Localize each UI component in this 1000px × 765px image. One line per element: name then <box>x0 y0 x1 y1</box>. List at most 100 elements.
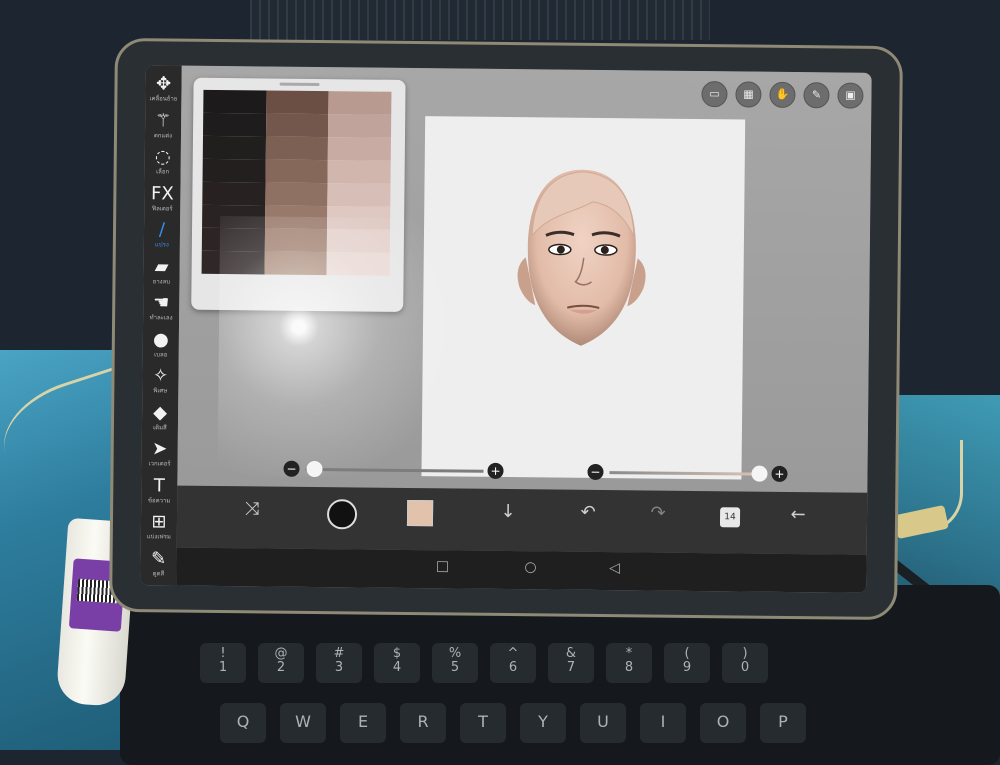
color-swatch[interactable] <box>327 229 391 253</box>
redo-icon[interactable]: ↷ <box>643 502 673 524</box>
tool-label: พิเศษ <box>153 387 168 395</box>
key[interactable]: U <box>580 703 626 743</box>
size-knob[interactable] <box>306 460 323 478</box>
color-swatch[interactable] <box>265 159 329 184</box>
tool-eyedropper[interactable]: ✎ ดูดสี <box>140 548 176 592</box>
key[interactable]: T <box>460 703 506 743</box>
key-shift-label: @ <box>274 646 288 661</box>
opacity-plus-button[interactable]: + <box>771 465 788 482</box>
color-swatch[interactable] <box>327 206 391 230</box>
color-swatch[interactable] <box>326 252 390 276</box>
key[interactable]: ^ 6 <box>490 643 536 683</box>
brush-icon: / <box>158 219 166 241</box>
key[interactable]: O <box>700 703 746 743</box>
pen-icon[interactable]: ✎ <box>803 82 830 109</box>
palette-drag-handle[interactable] <box>279 82 320 87</box>
layers-button[interactable]: 14 <box>715 503 745 528</box>
color-swatch[interactable] <box>327 183 391 207</box>
key[interactable]: % 5 <box>432 643 478 683</box>
layers-count: 14 <box>719 507 741 528</box>
color-swatch[interactable] <box>202 181 266 206</box>
recent-apps-icon[interactable]: □ <box>432 558 452 574</box>
key-shift-label: ^ <box>507 646 519 661</box>
color-swatch[interactable] <box>264 182 328 207</box>
color-swatch[interactable] <box>202 204 265 229</box>
color-swatch[interactable] <box>327 160 391 184</box>
color-swatch[interactable] <box>265 90 329 115</box>
home-icon[interactable]: ○ <box>520 559 540 575</box>
undo-icon[interactable]: ↶ <box>573 502 603 523</box>
nav-back-icon[interactable]: ◁ <box>604 560 624 576</box>
key[interactable]: (9 <box>664 643 710 683</box>
key-shift-label: # <box>333 646 345 661</box>
key[interactable]: I <box>640 703 686 743</box>
key[interactable]: Q <box>220 703 266 743</box>
key-shift-label: $ <box>392 646 402 661</box>
key[interactable]: @2 <box>258 643 304 683</box>
tool-label: ยางลบ <box>152 277 171 285</box>
key[interactable]: P <box>760 703 806 743</box>
key-label: 7 <box>566 660 576 675</box>
key[interactable]: R <box>400 703 446 743</box>
opacity-track[interactable] <box>609 471 760 476</box>
key-label: 0 <box>740 660 750 675</box>
key[interactable]: W <box>280 703 326 743</box>
color-swatch[interactable] <box>201 250 265 275</box>
color-swatch[interactable] <box>264 228 328 253</box>
key[interactable]: & 7 <box>548 643 594 683</box>
brush-size-slider[interactable]: − + <box>257 460 504 480</box>
key-shift-label: ! <box>220 646 226 661</box>
key[interactable]: ) 0 <box>722 643 768 683</box>
top-right-tools: ▭ ▦ ✋ ✎ ▣ <box>701 81 864 109</box>
size-plus-button[interactable]: + <box>487 462 504 479</box>
size-minus-button[interactable]: − <box>283 460 300 477</box>
tool-label: ข้อความ <box>147 496 171 504</box>
color-swatch[interactable] <box>202 158 266 183</box>
size-track[interactable] <box>305 467 484 473</box>
color-swatch[interactable] <box>264 251 328 276</box>
key[interactable]: ! 1 <box>200 643 246 683</box>
color-swatch[interactable] <box>328 114 392 138</box>
key[interactable]: Y <box>520 703 566 743</box>
color-swatch[interactable] <box>328 91 392 115</box>
transform-button[interactable]: ⤨ <box>237 498 267 519</box>
back-arrow-icon[interactable]: ← <box>783 504 813 525</box>
tablet-screen: ✥ เคลื่อนย้าย ⚚ ตกแต่ง ◌ เลือก FX ฟิลเตอร์ / แปรง… <box>140 65 872 593</box>
drawing-canvas[interactable] <box>421 116 746 480</box>
key[interactable]: $4 <box>374 643 420 683</box>
color-swatch[interactable] <box>264 205 328 230</box>
tool-label: เติมสี <box>153 423 167 431</box>
color-swatch-grid <box>201 89 392 276</box>
opacity-knob[interactable] <box>751 465 768 482</box>
brush-preview-icon <box>326 499 358 530</box>
image-icon[interactable]: ▣ <box>837 82 864 109</box>
key-label: 5 <box>450 660 460 675</box>
color-swatch[interactable] <box>265 136 329 161</box>
key[interactable]: E <box>340 703 386 743</box>
brush-preview-button[interactable] <box>326 499 358 534</box>
color-swatch[interactable] <box>201 227 265 252</box>
current-color-button[interactable] <box>405 499 435 531</box>
tablet: ✥ เคลื่อนย้าย ⚚ ตกแต่ง ◌ เลือก FX ฟิลเตอร์ / แปรง… <box>109 37 903 621</box>
key-label: 8 <box>624 660 634 675</box>
color-swatch[interactable] <box>265 113 329 138</box>
grid-icon[interactable]: ▦ <box>735 81 762 108</box>
material-icon[interactable]: ✋ <box>769 81 796 109</box>
tool-label: แปรง <box>154 241 169 249</box>
tool-label: ทำละเลง <box>149 314 173 322</box>
color-palette-panel[interactable] <box>191 77 406 312</box>
opacity-minus-button[interactable]: − <box>587 463 604 481</box>
fx-icon: FX <box>150 182 174 205</box>
color-swatch[interactable] <box>328 137 391 161</box>
tool-label: แบ่งเฟรม <box>146 533 171 541</box>
opacity-slider[interactable]: − + <box>567 463 857 485</box>
key[interactable]: * 8 <box>606 643 652 683</box>
color-swatch[interactable] <box>203 89 267 114</box>
download-icon[interactable]: ↓ <box>493 501 523 522</box>
color-swatch[interactable] <box>203 112 266 137</box>
key-shift-label: & <box>565 646 577 661</box>
tool-label: ตกแต่ง <box>153 131 173 139</box>
color-swatch[interactable] <box>202 135 266 160</box>
ruler-icon[interactable]: ▭ <box>701 81 728 108</box>
key[interactable]: #3 <box>316 643 362 683</box>
